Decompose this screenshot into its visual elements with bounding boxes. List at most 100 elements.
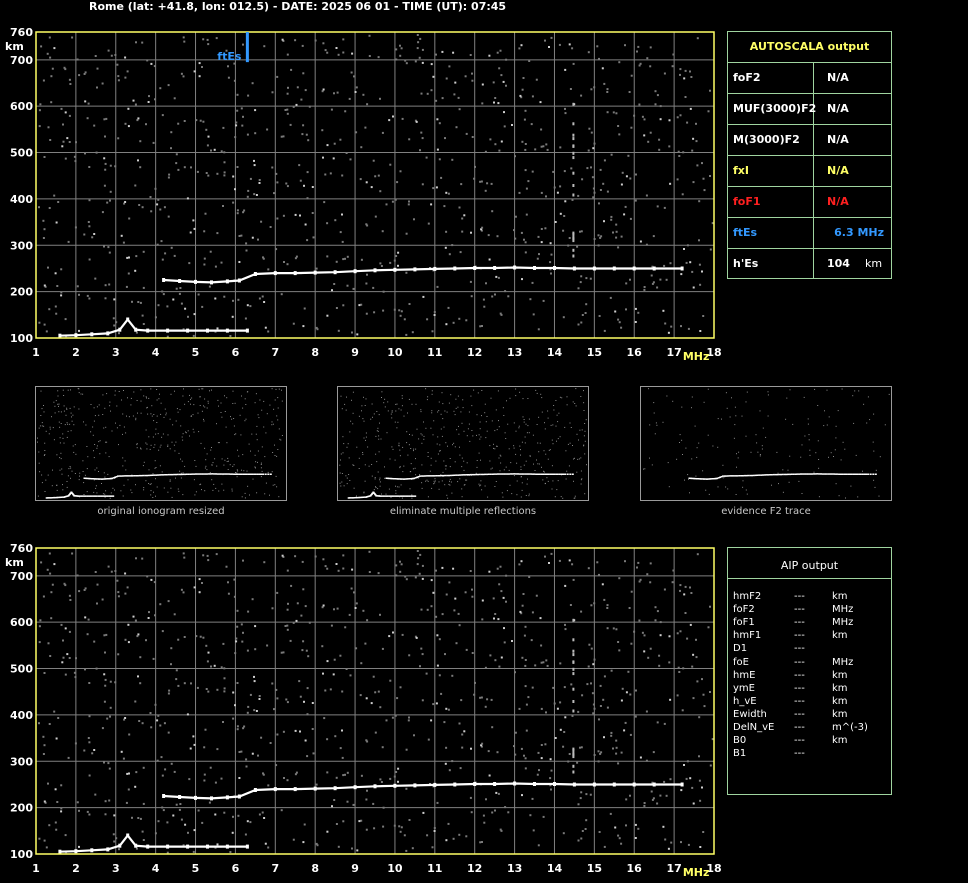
noise-dot: [562, 745, 565, 748]
noise-dot: [154, 832, 157, 835]
thumbnail-noise-dot: [230, 416, 231, 418]
thumbnail-noise-dot: [169, 479, 171, 481]
noise-dot: [535, 78, 538, 81]
noise-dot: [154, 187, 157, 190]
thumbnail-noise-dot: [278, 388, 280, 390]
autoscala-param-5: ftEs: [733, 226, 758, 239]
thumbnail-noise-dot: [67, 423, 69, 425]
noise-dot: [641, 631, 644, 634]
noise-dot: [441, 50, 444, 53]
thumbnail-trace-point: [97, 495, 100, 497]
noise-dot: [64, 111, 67, 114]
thumbnail-noise-dot: [431, 410, 433, 412]
thumbnail-noise-dot: [420, 411, 422, 413]
thumbnail-noise-dot: [155, 467, 157, 468]
thumbnail-noise-dot: [426, 399, 428, 401]
thumbnail-noise-dot: [126, 415, 127, 417]
noise-dot: [113, 814, 116, 817]
noise-dot: [497, 618, 500, 621]
noise-dot: [678, 155, 681, 157]
thumbnail-noise-dot: [365, 432, 367, 434]
thumbnail-noise-dot: [363, 420, 365, 422]
noise-dot: [321, 645, 324, 648]
thumbnail-noise-dot: [523, 464, 525, 466]
noise-dot: [440, 176, 443, 179]
trace-point: [632, 266, 636, 271]
noise-dot: [48, 36, 51, 39]
noise-dot: [610, 669, 613, 672]
trace-series-1: [163, 782, 683, 800]
noise-dot: [494, 659, 497, 662]
thumbnail-noise-dot: [556, 489, 558, 491]
noise-dot: [471, 72, 473, 75]
thumbnail-noise-dot: [182, 472, 184, 474]
noise-dot: [94, 55, 97, 57]
noise-dot: [525, 703, 528, 706]
noise-dot: [407, 203, 410, 206]
noise-dot: [103, 634, 106, 637]
noise-dot: [260, 220, 263, 223]
noise-dot: [196, 170, 199, 173]
noise-dot: [499, 49, 502, 52]
thumbnail-noise-dot: [874, 486, 876, 488]
noise-dot: [668, 119, 671, 122]
thumbnail-trace-point: [522, 473, 525, 475]
thumbnail-trace-point: [551, 473, 554, 475]
noise-dot: [620, 699, 623, 702]
thumbnail-noise-dot: [75, 453, 77, 455]
thumbnail-noise-dot: [535, 389, 537, 391]
thumbnail-noise-dot: [179, 409, 181, 411]
noise-dot: [263, 561, 266, 564]
noise-dot: [109, 190, 112, 193]
thumbnail-noise-dot: [411, 403, 413, 405]
noise-dot: [289, 639, 292, 642]
noise-dot: [617, 246, 620, 249]
autoscala-value-1: N/A: [827, 102, 849, 115]
thumbnail-noise-dot: [759, 410, 761, 412]
thumbnail-noise-dot: [484, 412, 486, 414]
noise-dot: [471, 136, 474, 138]
noise-dot: [115, 837, 118, 840]
noise-dot: [153, 65, 156, 68]
noise-dot: [141, 41, 144, 44]
noise-dot: [47, 642, 50, 645]
noise-dot: [198, 578, 201, 581]
thumbnail-noise-dot: [362, 452, 364, 453]
thumbnail-noise-dot: [746, 391, 748, 393]
thumbnail-noise-dot: [421, 487, 423, 489]
noise-dot: [141, 314, 144, 317]
thumbnail-trace-point: [165, 474, 168, 476]
noise-dot: [598, 202, 600, 205]
thumbnail-noise-dot: [736, 453, 737, 455]
noise-dot: [689, 70, 691, 73]
noise-dot: [286, 185, 289, 188]
thumbnail-trace-point: [240, 473, 243, 475]
thumbnail-noise-dot: [543, 471, 545, 473]
thumbnail-noise-dot: [556, 414, 558, 416]
thumbnail-trace-point: [761, 474, 764, 476]
thumbnail-noise-dot: [259, 399, 261, 401]
thumbnail-noise-dot: [384, 477, 386, 479]
noise-dot: [286, 92, 289, 95]
noise-dot: [326, 830, 329, 833]
noise-dot: [539, 617, 542, 620]
thumbnail-noise-dot: [438, 410, 440, 412]
ftes-marker-label: ftEs: [217, 50, 242, 63]
thumbnail-noise-dot: [411, 497, 413, 499]
thumbnail-noise-dot: [41, 482, 43, 484]
noise-dot: [346, 771, 349, 774]
thumbnail-noise-dot: [410, 463, 412, 465]
thumbnail-trace-point: [247, 473, 250, 475]
noise-dot: [342, 258, 345, 261]
thumbnail-noise-dot: [204, 467, 206, 469]
noise-dot: [295, 103, 298, 106]
noise-dot: [599, 168, 602, 171]
thumbnail-noise-dot: [143, 395, 145, 397]
noise-dot: [87, 221, 90, 223]
thumbnail-trace-point: [520, 473, 523, 475]
thumbnail-noise-dot: [344, 403, 346, 405]
noise-dot: [415, 636, 418, 639]
noise-dot: [365, 181, 368, 184]
noise-dot: [447, 306, 450, 309]
noise-dot: [680, 789, 683, 792]
